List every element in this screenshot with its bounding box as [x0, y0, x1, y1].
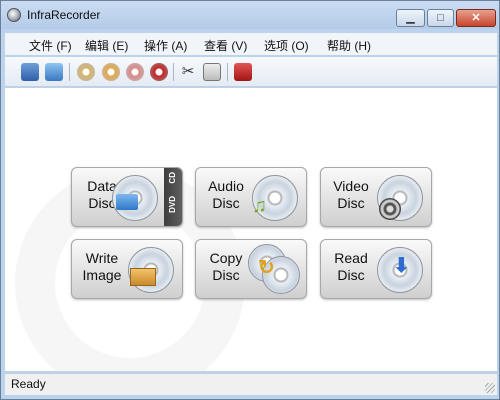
write-image-button[interactable]: Write Image: [71, 239, 183, 299]
menu-edit[interactable]: 编辑 (E): [85, 37, 128, 54]
window-title: InfraRecorder: [27, 8, 101, 22]
resize-grip[interactable]: [485, 383, 495, 393]
menu-help[interactable]: 帮助 (H): [327, 37, 371, 54]
maximize-button[interactable]: □: [427, 9, 454, 27]
toolbar-separator: [173, 63, 174, 81]
toolbar: ✂: [5, 57, 497, 87]
cut-icon[interactable]: ✂: [179, 63, 197, 81]
exit-icon[interactable]: [234, 63, 252, 81]
menu-file[interactable]: 文件 (F): [29, 37, 72, 54]
copy-disc-label: Copy Disc: [209, 250, 243, 283]
menu-bar: 文件 (F) 编辑 (E) 操作 (A) 查看 (V) 选项 (O) 帮助 (H…: [5, 33, 497, 55]
minimize-button[interactable]: ▁: [396, 9, 425, 27]
copy-disc-button[interactable]: Copy Disc ↻: [195, 239, 307, 299]
open-icon[interactable]: [45, 63, 63, 81]
data-disc-button[interactable]: Data Disc CD DVD: [71, 167, 183, 227]
down-arrow-icon: ⬇: [393, 255, 410, 277]
box-icon: [130, 268, 156, 286]
video-disc-button[interactable]: Video Disc: [320, 167, 432, 227]
cd-dvd-strip: CD DVD: [164, 168, 182, 226]
status-bar: Ready: [5, 373, 497, 395]
read-disc-button[interactable]: Read Disc ⬇: [320, 239, 432, 299]
toolbar-separator: [69, 63, 70, 81]
save-icon[interactable]: [21, 63, 39, 81]
audio-disc-label: Audio Disc: [208, 178, 244, 211]
copy-icon[interactable]: [102, 63, 120, 81]
title-bar[interactable]: InfraRecorder ▁ □ ✕: [1, 1, 499, 29]
toolbar-separator: [227, 63, 228, 81]
cd-badge: CD: [168, 172, 177, 184]
burn-icon[interactable]: [77, 63, 95, 81]
print-icon[interactable]: [203, 63, 221, 81]
menu-view[interactable]: 查看 (V): [204, 37, 247, 54]
audio-disc-button[interactable]: Audio Disc ♫: [195, 167, 307, 227]
close-button[interactable]: ✕: [456, 9, 496, 27]
copy-arrow-icon: ↻: [258, 257, 275, 279]
main-panel: Data Disc CD DVD Audio Disc ♫ Video Disc…: [5, 88, 497, 371]
status-text: Ready: [11, 377, 46, 391]
app-window: InfraRecorder ▁ □ ✕ 文件 (F) 编辑 (E) 操作 (A)…: [0, 0, 500, 400]
record-icon[interactable]: [150, 63, 168, 81]
dvd-badge: DVD: [168, 196, 177, 213]
video-disc-label: Video Disc: [333, 178, 369, 211]
folder-icon: [116, 194, 138, 210]
write-image-label: Write Image: [82, 250, 122, 283]
film-reel-icon: [379, 198, 401, 220]
erase-icon[interactable]: [126, 63, 144, 81]
read-disc-label: Read Disc: [334, 250, 368, 283]
app-icon: [7, 8, 21, 22]
menu-options[interactable]: 选项 (O): [264, 37, 309, 54]
menu-actions[interactable]: 操作 (A): [144, 37, 187, 54]
music-note-icon: ♫: [252, 195, 267, 217]
